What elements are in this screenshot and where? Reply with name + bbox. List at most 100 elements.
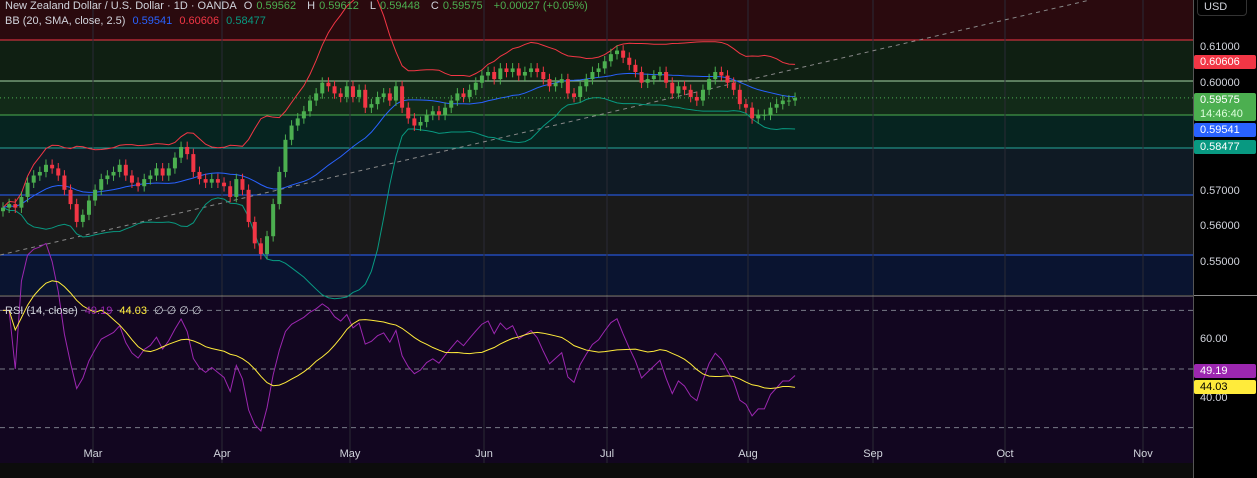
- candle: [234, 179, 239, 197]
- rsi-tag: 49.19: [1194, 364, 1256, 378]
- candle: [166, 168, 171, 176]
- bb-legend[interactable]: BB (20, SMA, close, 2.5) 0.59541 0.60606…: [5, 15, 270, 27]
- pane-divider: [1194, 295, 1257, 296]
- candle: [172, 157, 177, 169]
- candle: [265, 236, 270, 255]
- candle: [406, 107, 411, 119]
- close-label: C: [430, 0, 439, 12]
- candle: [541, 71, 546, 80]
- candle: [62, 175, 67, 190]
- candle: [197, 171, 202, 180]
- candle: [762, 114, 767, 116]
- candle: [578, 86, 583, 97]
- candle: [215, 179, 220, 183]
- price-tick: 0.55000: [1200, 256, 1240, 268]
- price-axis[interactable]: USD 0.61000 0.60000 0.57000 0.56000 0.55…: [1193, 0, 1257, 478]
- candle: [191, 154, 196, 172]
- candle: [436, 111, 441, 115]
- candle: [725, 75, 730, 83]
- candle: [400, 86, 405, 108]
- candle: [179, 146, 184, 158]
- candle: [99, 179, 104, 190]
- candle: [430, 111, 435, 115]
- candle: [381, 93, 386, 97]
- candle: [289, 125, 294, 140]
- candle: [338, 93, 343, 97]
- candle: [565, 79, 570, 94]
- candle: [621, 50, 626, 58]
- month-label: Mar: [83, 448, 103, 460]
- rsi-legend[interactable]: RSI (14, close) 49.19 44.03 ∅ ∅ ∅ ∅: [5, 304, 206, 317]
- candle: [596, 68, 601, 72]
- candle: [314, 93, 319, 101]
- candle: [449, 100, 454, 108]
- candle: [664, 71, 669, 83]
- candle: [590, 71, 595, 80]
- candle: [651, 75, 656, 80]
- candle: [301, 111, 306, 119]
- candle: [350, 86, 355, 97]
- currency-button[interactable]: USD: [1197, 0, 1247, 16]
- candle: [793, 97, 798, 101]
- candle: [418, 121, 423, 126]
- candle: [369, 104, 374, 108]
- rsi-value: 49.19: [84, 305, 113, 317]
- candle: [387, 93, 392, 101]
- candle: [320, 82, 325, 94]
- candle: [363, 89, 368, 108]
- candle: [510, 68, 515, 72]
- symbol-title: New Zealand Dollar / U.S. Dollar · 1D · …: [5, 0, 237, 12]
- candle: [737, 89, 742, 105]
- high-value: 0.59612: [319, 0, 359, 12]
- candle: [774, 104, 779, 108]
- high-label: H: [307, 0, 316, 12]
- candle: [86, 200, 91, 215]
- candle: [43, 164, 48, 172]
- change-value: +0.00027 (+0.05%): [493, 0, 588, 12]
- candle: [393, 86, 398, 101]
- bb-label: BB (20, SMA, close, 2.5): [5, 15, 126, 27]
- candle: [375, 96, 380, 105]
- candle: [142, 179, 147, 187]
- candle: [19, 196, 24, 208]
- chart-root[interactable]: New Zealand Dollar / U.S. Dollar · 1D · …: [0, 0, 1257, 478]
- candle: [553, 82, 558, 87]
- rsi-ma-value: 44.03: [119, 305, 147, 317]
- candle: [332, 86, 337, 94]
- candle: [627, 57, 632, 65]
- candle: [258, 243, 263, 255]
- candle: [516, 68, 521, 76]
- candle: [344, 86, 349, 97]
- candle: [700, 89, 705, 101]
- price-tick: 0.60000: [1200, 77, 1240, 89]
- rsi-ma-tag: 44.03: [1194, 380, 1256, 394]
- candle: [719, 71, 724, 76]
- candle: [129, 175, 134, 183]
- candle: [424, 114, 429, 122]
- candle: [308, 100, 312, 112]
- candle: [786, 100, 791, 102]
- candle: [277, 171, 282, 205]
- zone: [0, 148, 1193, 195]
- zone: [0, 115, 1193, 148]
- candle: [559, 79, 564, 83]
- price-chart[interactable]: [0, 0, 1193, 478]
- candle: [584, 79, 589, 87]
- candle: [123, 164, 128, 176]
- close-value: 0.59575: [442, 0, 483, 12]
- candle: [246, 189, 251, 222]
- month-label: Sep: [863, 448, 883, 460]
- bar-countdown: 14:46:40: [1200, 108, 1243, 120]
- candle: [283, 139, 288, 172]
- candle: [68, 189, 73, 205]
- candle: [694, 96, 699, 101]
- candle: [547, 79, 552, 87]
- candle: [117, 164, 122, 172]
- candle: [25, 182, 30, 197]
- candle: [111, 171, 116, 176]
- candle: [750, 107, 755, 119]
- candle: [93, 189, 98, 201]
- candle: [780, 100, 785, 105]
- month-label: Oct: [996, 448, 1014, 460]
- candle: [357, 89, 362, 97]
